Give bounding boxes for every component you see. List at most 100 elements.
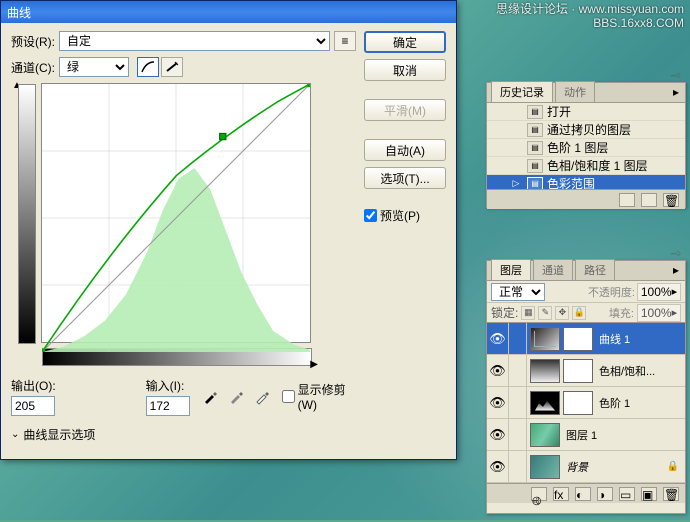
layer-item[interactable]: 👁 背景 🔒: [487, 451, 685, 483]
layer-thumbnail[interactable]: [530, 359, 560, 383]
layer-item[interactable]: 👁 色阶 1: [487, 387, 685, 419]
layer-item[interactable]: 👁 曲线 1: [487, 323, 685, 355]
preview-checkbox[interactable]: 预览(P): [364, 207, 446, 224]
eye-icon: 👁: [489, 395, 506, 411]
visibility-toggle[interactable]: 👁: [487, 323, 509, 354]
history-step-icon: ▤: [527, 123, 543, 137]
curve-display-options-toggle[interactable]: ⌄ 曲线显示选项: [11, 426, 356, 443]
layer-name[interactable]: 背景: [566, 459, 588, 475]
show-clipping-checkbox[interactable]: 显示修剪(W): [282, 381, 356, 412]
history-item-label: 色彩范围: [547, 175, 595, 189]
panel-menu-icon[interactable]: ▸: [669, 85, 683, 99]
smooth-button: 平滑(M): [364, 99, 446, 121]
layer-thumbnail[interactable]: [530, 391, 560, 415]
layer-name[interactable]: 色相/饱和...: [599, 363, 655, 379]
panel-menu-icon[interactable]: ▸: [669, 263, 683, 277]
link-col[interactable]: [509, 451, 527, 482]
output-input[interactable]: [11, 396, 55, 416]
layer-item[interactable]: 👁 色相/饱和...: [487, 355, 685, 387]
opacity-value[interactable]: 100% ▸: [637, 283, 681, 301]
tab-layers[interactable]: 图层: [491, 259, 531, 280]
ok-button[interactable]: 确定: [364, 31, 446, 53]
history-list: ▤打开▤通过拷贝的图层▤色阶 1 图层▤色相/饱和度 1 图层▷▤色彩范围: [487, 103, 685, 189]
layer-mask-icon[interactable]: ◐: [575, 487, 591, 501]
layer-name[interactable]: 曲线 1: [599, 331, 630, 347]
panel-minimize-icon[interactable]: –○: [669, 247, 683, 259]
curve-point-mode-icon[interactable]: [137, 57, 159, 77]
channel-label: 通道(C):: [11, 59, 55, 76]
history-item[interactable]: ▤ 打开: [487, 103, 685, 121]
dialog-titlebar[interactable]: 曲线: [1, 1, 456, 23]
link-col[interactable]: [509, 355, 527, 386]
history-item-label: 色相/饱和度 1 图层: [547, 157, 648, 174]
history-panel: –○ 历史记录 动作 ▸ ▤打开▤通过拷贝的图层▤色阶 1 图层▤色相/饱和度 …: [486, 82, 686, 208]
link-col[interactable]: [509, 387, 527, 418]
auto-button[interactable]: 自动(A): [364, 139, 446, 161]
lock-transparency-icon[interactable]: ▦: [521, 306, 535, 320]
white-point-eyedropper-icon[interactable]: [252, 387, 272, 407]
new-group-icon[interactable]: ▭: [619, 487, 635, 501]
opacity-label: 不透明度:: [588, 284, 635, 300]
visibility-toggle[interactable]: 👁: [487, 451, 509, 482]
layer-mask-thumbnail[interactable]: [563, 327, 593, 351]
tab-paths[interactable]: 路径: [575, 259, 615, 280]
black-point-eyedropper-icon[interactable]: [200, 387, 220, 407]
layer-item[interactable]: 👁 图层 1: [487, 419, 685, 451]
lock-position-icon[interactable]: ✥: [555, 306, 569, 320]
history-step-icon: ▤: [527, 159, 543, 173]
curves-graph[interactable]: ▲ ▶: [41, 83, 311, 343]
channel-select[interactable]: 绿: [59, 57, 129, 77]
link-layers-icon[interactable]: ࿋: [531, 487, 547, 501]
panel-minimize-icon[interactable]: –○: [669, 69, 683, 81]
lock-icon: 🔒: [667, 461, 679, 472]
curves-dialog: 曲线 预设(R): 自定 ≡ 通道(C): 绿: [0, 0, 457, 460]
visibility-toggle[interactable]: 👁: [487, 419, 509, 450]
history-item[interactable]: ▤色阶 1 图层: [487, 139, 685, 157]
new-layer-icon[interactable]: ▣: [641, 487, 657, 501]
history-item[interactable]: ▷▤色彩范围: [487, 175, 685, 189]
layers-panel: –○ 图层 通道 路径 ▸ 正常 不透明度: 100% ▸ 锁定: ▦ ✎ ✥ …: [486, 260, 686, 514]
layer-name[interactable]: 图层 1: [566, 427, 597, 443]
history-item[interactable]: ▤通过拷贝的图层: [487, 121, 685, 139]
history-item[interactable]: ▤ 色相/饱和度 1 图层: [487, 157, 685, 175]
adjustment-layer-icon[interactable]: ◑: [597, 487, 613, 501]
new-document-from-state-icon[interactable]: [641, 193, 657, 207]
watermark: 思缘设计论坛 · www.missyuan.com BBS.16xx8.COM: [496, 2, 684, 31]
layer-mask-thumbnail[interactable]: [563, 391, 593, 415]
delete-layer-icon[interactable]: 🗑: [663, 487, 679, 501]
eye-icon: 👁: [489, 427, 506, 443]
input-input[interactable]: [146, 396, 190, 416]
output-label: 输出(O):: [11, 377, 56, 394]
preset-menu-icon[interactable]: ≡: [334, 31, 356, 51]
new-snapshot-icon[interactable]: [619, 193, 635, 207]
history-item-label: 打开: [547, 103, 571, 120]
options-button[interactable]: 选项(T)...: [364, 167, 446, 189]
preset-select[interactable]: 自定: [59, 31, 330, 51]
link-col[interactable]: [509, 419, 527, 450]
fill-value[interactable]: 100% ▸: [637, 304, 681, 322]
lock-pixels-icon[interactable]: ✎: [538, 306, 552, 320]
delete-state-icon[interactable]: 🗑: [663, 193, 679, 207]
layer-thumbnail[interactable]: [530, 327, 560, 351]
tab-history[interactable]: 历史记录: [491, 81, 553, 102]
gray-point-eyedropper-icon[interactable]: [226, 387, 246, 407]
history-step-icon: ▤: [527, 105, 543, 119]
layer-name[interactable]: 色阶 1: [599, 395, 630, 411]
visibility-toggle[interactable]: 👁: [487, 355, 509, 386]
link-col[interactable]: [509, 323, 527, 354]
layer-style-icon[interactable]: fx: [553, 487, 569, 501]
history-step-icon: ▤: [527, 141, 543, 155]
layer-list: 👁 曲线 1 👁 色相/饱和... 👁 色阶 1 👁 图层 1 👁 背景 🔒: [487, 323, 685, 483]
lock-label: 锁定:: [491, 304, 518, 321]
visibility-toggle[interactable]: 👁: [487, 387, 509, 418]
lock-all-icon[interactable]: 🔒: [572, 306, 586, 320]
layer-mask-thumbnail[interactable]: [563, 359, 593, 383]
input-axis-arrow-icon: ▶: [310, 359, 318, 370]
tab-channels[interactable]: 通道: [533, 259, 573, 280]
layer-thumbnail[interactable]: [530, 455, 560, 479]
tab-actions[interactable]: 动作: [555, 81, 595, 102]
curve-draw-mode-icon[interactable]: [161, 57, 183, 77]
cancel-button[interactable]: 取消: [364, 59, 446, 81]
blend-mode-select[interactable]: 正常: [491, 283, 545, 301]
layer-thumbnail[interactable]: [530, 423, 560, 447]
